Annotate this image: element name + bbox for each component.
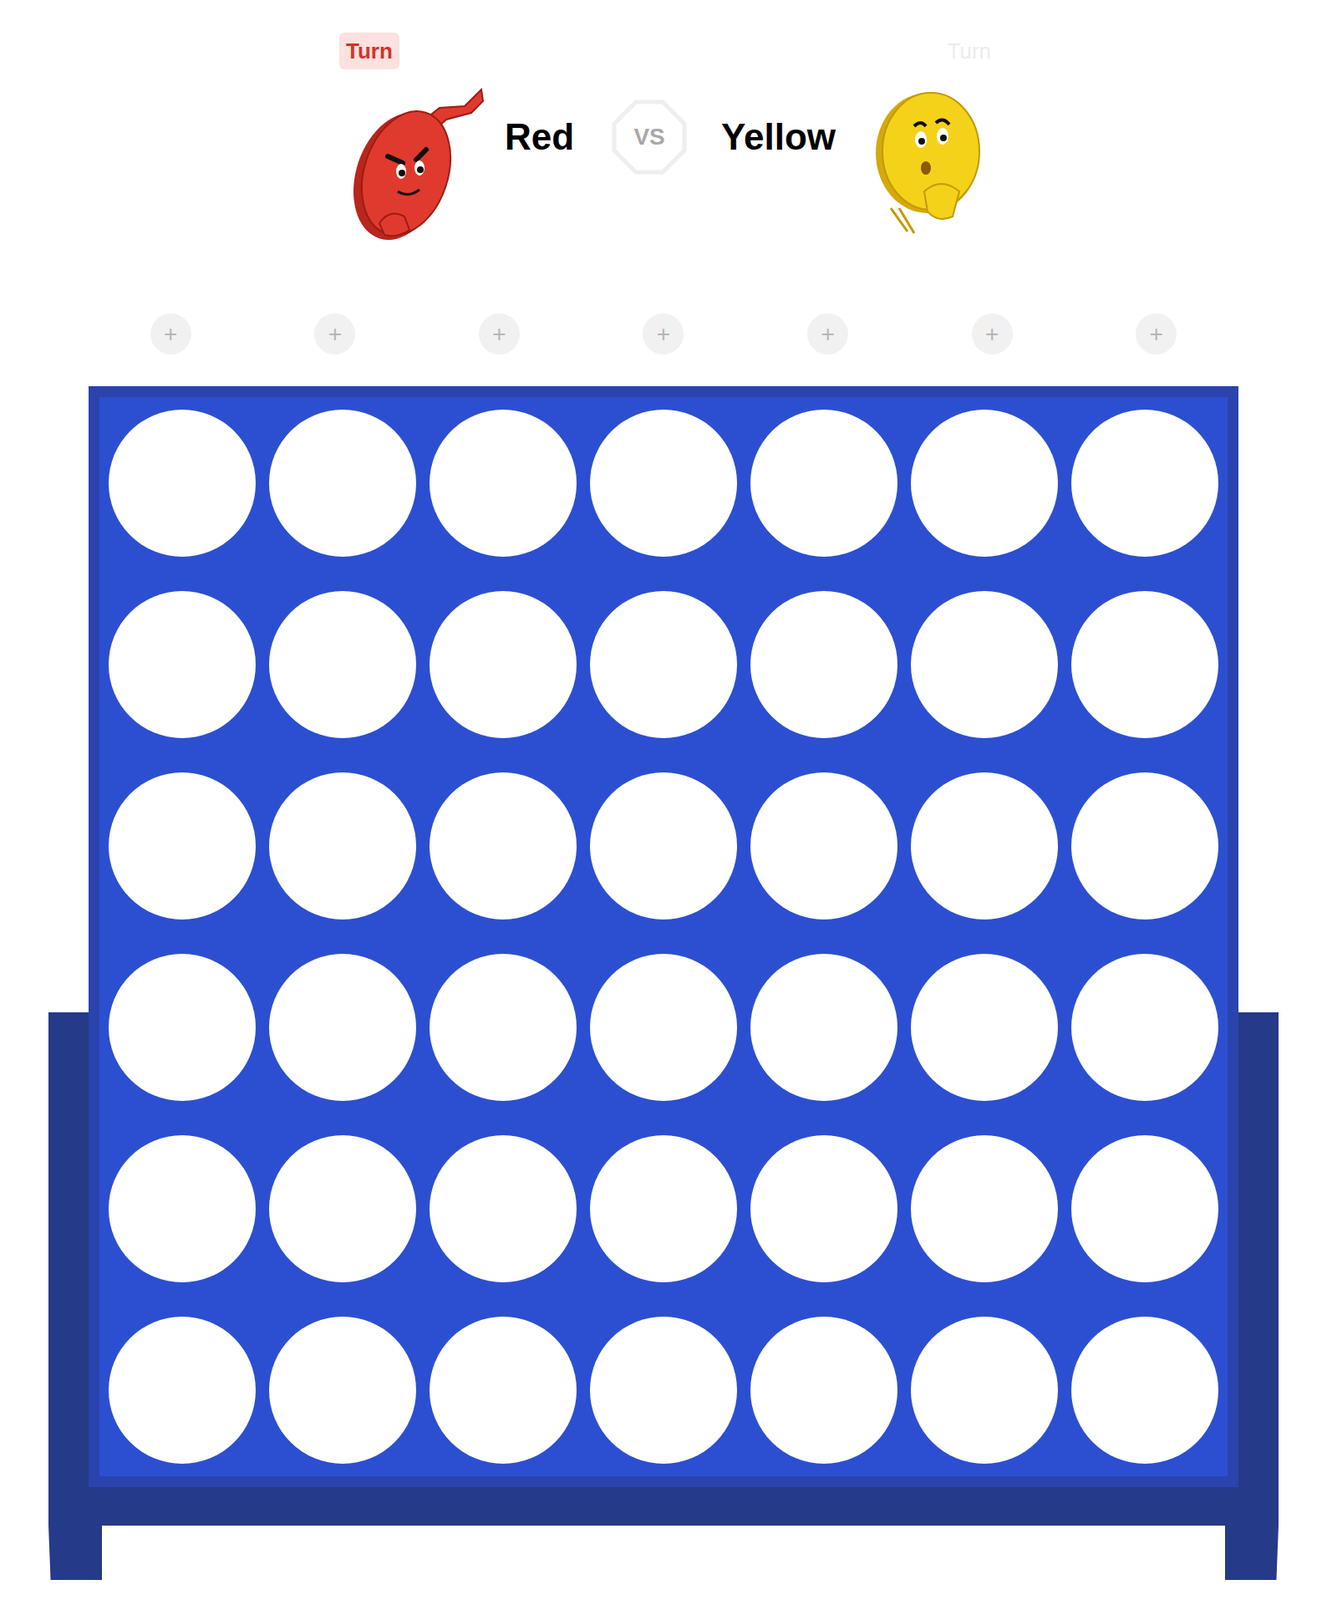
- board-cell[interactable]: [269, 1316, 417, 1464]
- player-red: Turn: [339, 32, 489, 246]
- board-cell[interactable]: [429, 409, 577, 557]
- board-cell[interactable]: [589, 1134, 738, 1282]
- turn-badge: Turn: [339, 32, 400, 70]
- board-cell[interactable]: [910, 590, 1058, 738]
- board-cell[interactable]: [750, 772, 898, 920]
- board-cell[interactable]: [910, 772, 1058, 920]
- game-board: [88, 386, 1239, 1487]
- board-cell[interactable]: [108, 953, 256, 1101]
- board-cell[interactable]: [1071, 1134, 1219, 1282]
- turn-badge: Turn: [940, 32, 999, 70]
- board-cell[interactable]: [750, 1316, 898, 1464]
- board-cell[interactable]: [750, 1134, 898, 1282]
- board-cell[interactable]: [589, 953, 738, 1101]
- board-cell[interactable]: [269, 1134, 417, 1282]
- board-cell[interactable]: [108, 590, 256, 738]
- player-name: Red: [504, 116, 575, 158]
- board-cell[interactable]: [269, 953, 417, 1101]
- board-cell[interactable]: [429, 1134, 577, 1282]
- drop-button[interactable]: +: [150, 313, 192, 355]
- board-cell[interactable]: [429, 590, 577, 738]
- board-cell[interactable]: [108, 772, 256, 920]
- versus-badge: VS: [610, 98, 688, 176]
- drop-button[interactable]: +: [478, 313, 520, 355]
- board-cell[interactable]: [910, 1316, 1058, 1464]
- stand-post-right: [1238, 1011, 1279, 1488]
- board-cell[interactable]: [108, 1316, 256, 1464]
- red-checker-icon: [339, 82, 489, 246]
- board-cell[interactable]: [1071, 1316, 1219, 1464]
- board-cell[interactable]: [108, 409, 256, 557]
- player-name: Yellow: [721, 116, 836, 158]
- board-cell[interactable]: [750, 409, 898, 557]
- board-cell[interactable]: [1071, 590, 1219, 738]
- board-cell[interactable]: [910, 953, 1058, 1101]
- board-cell[interactable]: [1071, 409, 1219, 557]
- board-cell[interactable]: [589, 409, 738, 557]
- board-cell[interactable]: [910, 409, 1058, 557]
- board-cell[interactable]: [1071, 953, 1219, 1101]
- board-cell[interactable]: [269, 772, 417, 920]
- board-cell[interactable]: [750, 590, 898, 738]
- board-cell[interactable]: [750, 953, 898, 1101]
- board-cell[interactable]: [589, 590, 738, 738]
- board-cell[interactable]: [429, 772, 577, 920]
- board-cell[interactable]: [108, 1134, 256, 1282]
- drop-button[interactable]: +: [642, 313, 684, 355]
- board-cell[interactable]: [429, 953, 577, 1101]
- stand-leg-right: [1225, 1525, 1279, 1580]
- board-cell[interactable]: [269, 590, 417, 738]
- board-cell[interactable]: [269, 409, 417, 557]
- versus-label: VS: [633, 119, 665, 155]
- board-cell[interactable]: [910, 1134, 1058, 1282]
- board-cell[interactable]: [589, 772, 738, 920]
- drop-button[interactable]: +: [314, 313, 356, 355]
- board-cell[interactable]: [1071, 772, 1219, 920]
- drop-button[interactable]: +: [807, 313, 849, 355]
- stand-post-left: [48, 1011, 89, 1488]
- stand-base: [48, 1486, 1279, 1526]
- yellow-checker-icon: [865, 82, 988, 242]
- drop-button[interactable]: +: [971, 313, 1013, 355]
- drop-button[interactable]: +: [1135, 313, 1177, 355]
- board-cell[interactable]: [429, 1316, 577, 1464]
- board-cell[interactable]: [589, 1316, 738, 1464]
- stand-leg-left: [48, 1525, 102, 1580]
- player-yellow: Turn: [865, 32, 988, 242]
